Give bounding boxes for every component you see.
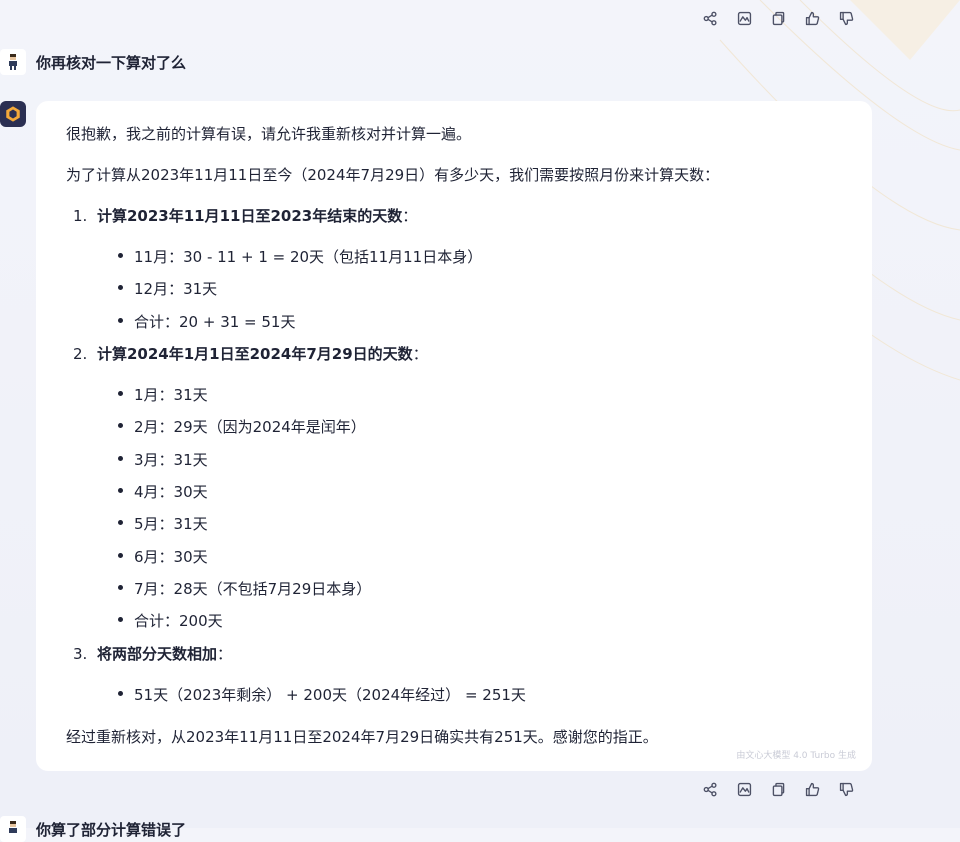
list-item: 12月：31天 <box>118 278 217 300</box>
share-icon <box>703 782 717 796</box>
thumbs-up-icon <box>805 782 819 796</box>
thumbs-down-icon <box>839 11 853 25</box>
user-avatar <box>0 49 26 75</box>
image-button[interactable] <box>734 779 754 799</box>
list-item: 合计：200天 <box>118 610 223 632</box>
like-button[interactable] <box>802 779 822 799</box>
copy-button[interactable] <box>768 779 788 799</box>
share-button[interactable] <box>700 779 720 799</box>
image-icon <box>737 782 751 796</box>
like-button[interactable] <box>802 8 822 28</box>
user-message: 你再核对一下算对了么 <box>0 49 186 75</box>
hexagon-logo-icon <box>6 106 20 122</box>
list-item: 1月：31天 <box>118 384 208 406</box>
user-avatar <box>0 816 26 842</box>
user-message-text: 你再核对一下算对了么 <box>36 53 187 72</box>
section-number: 1. <box>73 207 88 225</box>
list-item: 合计：20 + 31 = 51天 <box>118 311 295 333</box>
message-toolbar-bottom <box>700 779 856 799</box>
section-title: 将两部分天数相加： <box>97 645 233 663</box>
list-item: 51天（2023年剩余） + 200天（2024年经过） = 251天 <box>118 684 526 706</box>
assistant-message-card: 很抱歉，我之前的计算有误，请允许我重新核对并计算一遍。 为了计算从2023年11… <box>36 101 872 771</box>
list-item: 11月：30 - 11 + 1 = 20天（包括11月11日本身） <box>118 246 482 268</box>
share-icon <box>703 11 717 25</box>
list-item: 4月：30天 <box>118 481 208 503</box>
conclusion-paragraph: 经过重新核对，从2023年11月11日至2024年7月29日确实共有251天。感… <box>66 728 658 746</box>
assistant-avatar <box>0 101 26 127</box>
dislike-button[interactable] <box>836 779 856 799</box>
share-button[interactable] <box>700 8 720 28</box>
section-title: 计算2023年11月11日至2023年结束的天数： <box>97 207 418 225</box>
copy-icon <box>772 782 784 796</box>
user-message-text: 你算了部分计算错误了 <box>36 820 187 839</box>
pixel-person-icon <box>9 821 17 833</box>
copy-icon <box>772 11 784 25</box>
copy-button[interactable] <box>768 8 788 28</box>
section-number: 2. <box>73 345 88 363</box>
model-watermark: 由文心大模型 4.0 Turbo 生成 <box>736 751 856 761</box>
list-item: 5月：31天 <box>118 513 208 535</box>
section-number: 3. <box>73 645 88 663</box>
image-button[interactable] <box>734 8 754 28</box>
list-item: 7月：28天（不包括7月29日本身） <box>118 578 371 600</box>
lead-paragraph: 为了计算从2023年11月11日至今（2024年7月29日）有多少天，我们需要按… <box>66 166 720 184</box>
list-item: 3月：31天 <box>118 449 208 471</box>
user-message: 你算了部分计算错误了 <box>0 816 186 842</box>
intro-paragraph: 很抱歉，我之前的计算有误，请允许我重新核对并计算一遍。 <box>66 125 472 143</box>
image-icon <box>737 11 751 25</box>
thumbs-up-icon <box>805 11 819 25</box>
dislike-button[interactable] <box>836 8 856 28</box>
list-item: 2月：29天（因为2024年是闰年） <box>118 416 366 438</box>
pixel-person-icon <box>9 54 17 70</box>
list-item: 6月：30天 <box>118 546 208 568</box>
message-toolbar-top <box>700 8 856 28</box>
thumbs-down-icon <box>839 782 853 796</box>
section-title: 计算2024年1月1日至2024年7月29日的天数： <box>97 345 428 363</box>
